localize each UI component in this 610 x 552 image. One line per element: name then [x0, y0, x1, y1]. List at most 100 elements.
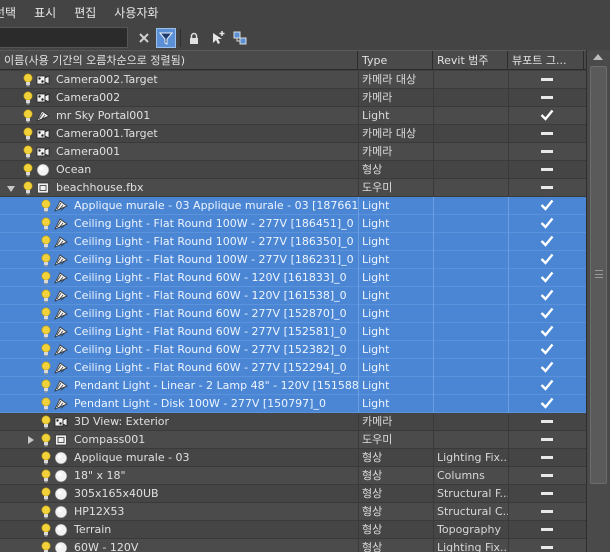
- table-row[interactable]: Ceiling Light - Flat Round 100W - 277V […: [0, 215, 586, 233]
- viewport-dash-icon[interactable]: [508, 503, 584, 521]
- viewport-check-icon[interactable]: [508, 215, 584, 233]
- table-row[interactable]: Terrain 형상 Topography: [0, 521, 586, 539]
- table-row[interactable]: 60W - 120V 형상 Lighting Fix...: [0, 539, 586, 552]
- viewport-check-icon[interactable]: [508, 395, 584, 413]
- viewport-dash-icon[interactable]: [508, 539, 584, 552]
- visibility-bulb-icon[interactable]: [41, 469, 51, 483]
- close-icon[interactable]: [134, 28, 154, 48]
- visibility-bulb-icon[interactable]: [41, 289, 51, 303]
- visibility-bulb-icon[interactable]: [41, 343, 51, 357]
- visibility-bulb-icon[interactable]: [41, 253, 51, 267]
- table-row[interactable]: Pendant Light - Linear - 2 Lamp 48" - 12…: [0, 377, 586, 395]
- table-row[interactable]: 3D View: Exterior 카메라: [0, 413, 586, 431]
- viewport-dash-icon[interactable]: [508, 125, 584, 143]
- viewport-check-icon[interactable]: [508, 197, 584, 215]
- vertical-scrollbar[interactable]: [586, 50, 610, 552]
- scroll-up-arrow-icon[interactable]: [593, 54, 603, 60]
- visibility-bulb-icon[interactable]: [41, 541, 51, 552]
- table-row[interactable]: Camera002 카메라: [0, 89, 586, 107]
- visibility-bulb-icon[interactable]: [41, 271, 51, 285]
- header-revit-category[interactable]: Revit 범주: [433, 51, 508, 70]
- viewport-dash-icon[interactable]: [508, 143, 584, 161]
- visibility-bulb-icon[interactable]: [41, 199, 51, 213]
- viewport-check-icon[interactable]: [508, 287, 584, 305]
- visibility-bulb-icon[interactable]: [41, 325, 51, 339]
- visibility-bulb-icon[interactable]: [23, 91, 33, 105]
- menu-select[interactable]: 선택: [0, 0, 25, 26]
- table-row[interactable]: Ceiling Light - Flat Round 100W - 277V […: [0, 233, 586, 251]
- table-row[interactable]: Applique murale - 03 형상 Lighting Fix...: [0, 449, 586, 467]
- viewport-dash-icon[interactable]: [508, 161, 584, 179]
- table-row[interactable]: Ocean 형상: [0, 161, 586, 179]
- scrollbar-thumb[interactable]: [590, 66, 607, 484]
- expand-arrow-open-icon[interactable]: [7, 186, 15, 192]
- viewport-check-icon[interactable]: [508, 107, 584, 125]
- table-row[interactable]: Ceiling Light - Flat Round 60W - 277V [1…: [0, 305, 586, 323]
- table-row[interactable]: Ceiling Light - Flat Round 60W - 120V [1…: [0, 287, 586, 305]
- viewport-check-icon[interactable]: [508, 269, 584, 287]
- visibility-bulb-icon[interactable]: [41, 235, 51, 249]
- menu-display[interactable]: 표시: [25, 0, 65, 26]
- visibility-bulb-icon[interactable]: [41, 523, 51, 537]
- search-input[interactable]: [0, 27, 128, 48]
- viewport-dash-icon[interactable]: [508, 413, 584, 431]
- visibility-bulb-icon[interactable]: [41, 397, 51, 411]
- menu-edit[interactable]: 편집: [65, 0, 105, 26]
- table-row[interactable]: Camera001.Target 카메라 대상: [0, 125, 586, 143]
- header-name[interactable]: 이름(사용 기간의 오름차순으로 정렬됨): [0, 51, 358, 70]
- visibility-bulb-icon[interactable]: [23, 145, 33, 159]
- viewport-dash-icon[interactable]: [508, 485, 584, 503]
- viewport-dash-icon[interactable]: [508, 71, 584, 89]
- table-row[interactable]: Camera002.Target 카메라 대상: [0, 71, 586, 89]
- visibility-bulb-icon[interactable]: [41, 361, 51, 375]
- viewport-check-icon[interactable]: [508, 377, 584, 395]
- visibility-bulb-icon[interactable]: [23, 73, 33, 87]
- table-row[interactable]: Ceiling Light - Flat Round 60W - 120V [1…: [0, 269, 586, 287]
- viewport-dash-icon[interactable]: [508, 449, 584, 467]
- table-row[interactable]: Ceiling Light - Flat Round 60W - 277V [1…: [0, 341, 586, 359]
- viewport-dash-icon[interactable]: [508, 467, 584, 485]
- table-row[interactable]: Ceiling Light - Flat Round 60W - 277V [1…: [0, 323, 586, 341]
- table-row[interactable]: Ceiling Light - Flat Round 60W - 277V [1…: [0, 359, 586, 377]
- table-row[interactable]: mr Sky Portal001 Light: [0, 107, 586, 125]
- add-light-icon[interactable]: [208, 28, 228, 48]
- table-row[interactable]: 305x165x40UB 형상 Structural F...: [0, 485, 586, 503]
- visibility-bulb-icon[interactable]: [41, 307, 51, 321]
- viewport-dash-icon[interactable]: [508, 89, 584, 107]
- link-icon[interactable]: [230, 28, 250, 48]
- lock-icon[interactable]: [184, 28, 204, 48]
- header-viewport[interactable]: 뷰포트 그...: [508, 51, 584, 70]
- visibility-bulb-icon[interactable]: [23, 109, 33, 123]
- viewport-dash-icon[interactable]: [508, 431, 584, 449]
- viewport-check-icon[interactable]: [508, 305, 584, 323]
- viewport-check-icon[interactable]: [508, 359, 584, 377]
- visibility-bulb-icon[interactable]: [23, 127, 33, 141]
- table-row[interactable]: Pendant Light - Disk 100W - 277V [150797…: [0, 395, 586, 413]
- visibility-bulb-icon[interactable]: [23, 163, 33, 177]
- visibility-bulb-icon[interactable]: [41, 433, 51, 447]
- visibility-bulb-icon[interactable]: [41, 487, 51, 501]
- visibility-bulb-icon[interactable]: [41, 505, 51, 519]
- viewport-check-icon[interactable]: [508, 233, 584, 251]
- table-row[interactable]: Applique murale - 03 Applique murale - 0…: [0, 197, 586, 215]
- visibility-bulb-icon[interactable]: [41, 217, 51, 231]
- viewport-check-icon[interactable]: [508, 323, 584, 341]
- viewport-check-icon[interactable]: [508, 251, 584, 269]
- header-type[interactable]: Type: [358, 51, 433, 70]
- viewport-check-icon[interactable]: [508, 341, 584, 359]
- table-row[interactable]: Ceiling Light - Flat Round 100W - 277V […: [0, 251, 586, 269]
- table-row[interactable]: 18" x 18" 형상 Columns: [0, 467, 586, 485]
- viewport-dash-icon[interactable]: [508, 179, 584, 197]
- visibility-bulb-icon[interactable]: [41, 415, 51, 429]
- menu-customize[interactable]: 사용자화: [105, 0, 167, 26]
- table-row[interactable]: HP12X53 형상 Structural C...: [0, 503, 586, 521]
- visibility-bulb-icon[interactable]: [41, 379, 51, 393]
- visibility-bulb-icon[interactable]: [23, 181, 33, 195]
- viewport-dash-icon[interactable]: [508, 521, 584, 539]
- table-row[interactable]: Camera001 카메라: [0, 143, 586, 161]
- table-row[interactable]: Compass001 도우미: [0, 431, 586, 449]
- table-row[interactable]: beachhouse.fbx 도우미: [0, 179, 586, 197]
- expand-arrow-closed-icon[interactable]: [28, 436, 34, 444]
- filter-icon[interactable]: [156, 28, 176, 48]
- visibility-bulb-icon[interactable]: [41, 451, 51, 465]
